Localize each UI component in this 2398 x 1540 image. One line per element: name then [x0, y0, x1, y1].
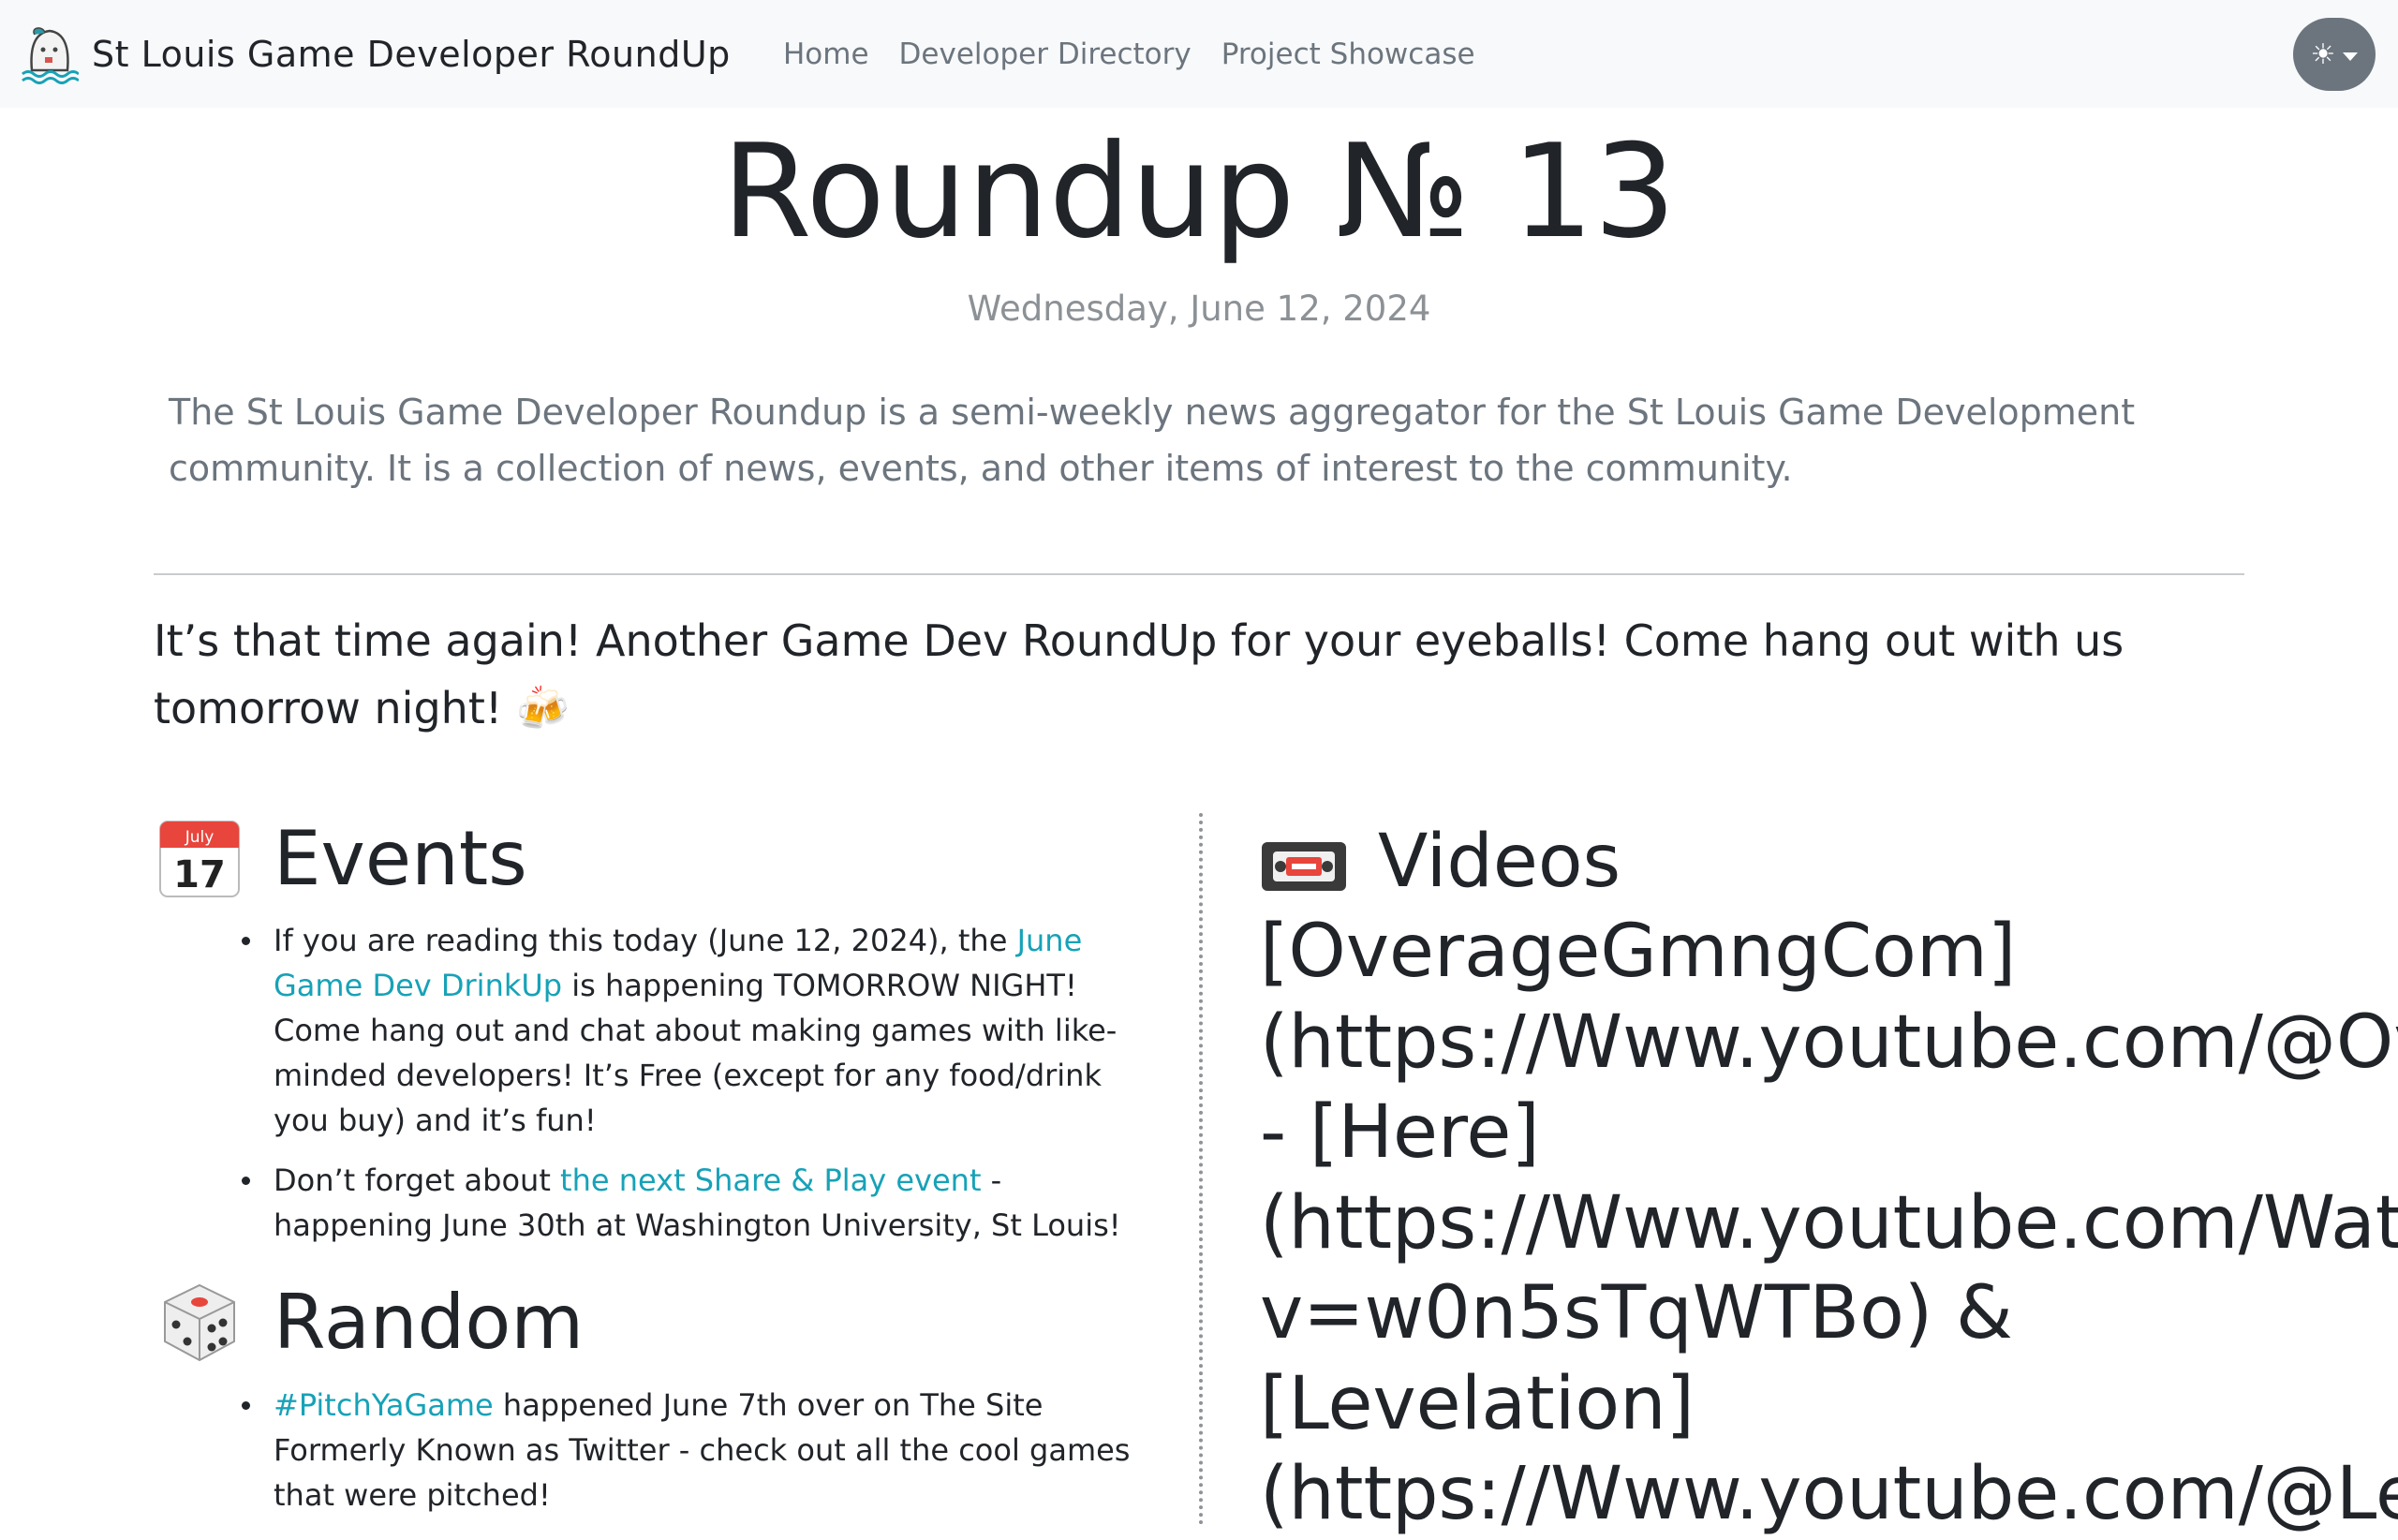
- svg-text:July: July: [185, 828, 215, 847]
- videos-line: - [Here]: [1260, 1090, 1540, 1175]
- column-divider: [1199, 813, 1203, 1525]
- navbar: St Louis Game Developer RoundUp Home Dev…: [0, 0, 2398, 108]
- events-heading-label: Events: [274, 814, 527, 902]
- list-item: Don’t forget about the next Share & Play…: [242, 1158, 1145, 1248]
- videos-line: [Levelation]: [1260, 1361, 1695, 1446]
- svg-text:17: 17: [173, 853, 226, 896]
- sun-icon: ☀: [2310, 37, 2336, 71]
- list-item: If you are reading this today (June 12, …: [242, 918, 1145, 1143]
- random-heading: Random: [157, 1277, 584, 1367]
- videos-line: [OverageGmngCom]: [1260, 910, 2017, 994]
- videos-line: v=w0n5sTqWTBo) &: [1260, 1271, 2013, 1355]
- random-list: #PitchYaGame happened June 7th over on T…: [242, 1383, 1145, 1533]
- horizontal-divider: [154, 573, 2244, 575]
- events-list: If you are reading this today (June 12, …: [242, 918, 1145, 1263]
- videos-line: (https://Www.youtube.com/@Le: [1260, 1452, 2398, 1536]
- videos-heading-label: Videos: [1378, 820, 1621, 904]
- calendar-icon: July 17: [159, 821, 240, 897]
- nav-developer-directory[interactable]: Developer Directory: [899, 37, 1192, 71]
- videocassette-icon: [1262, 841, 1346, 891]
- theme-toggle-button[interactable]: ☀: [2293, 18, 2376, 91]
- page-title: Roundup № 13: [721, 116, 1677, 267]
- videos-line: (https://Www.youtube.com/Wat: [1260, 1180, 2398, 1266]
- share-and-play-link[interactable]: the next Share & Play event: [560, 1162, 981, 1198]
- nav-links: Home Developer Directory Project Showcas…: [783, 0, 1505, 108]
- events-heading: July 17 Events: [157, 813, 527, 903]
- intro-text: The St Louis Game Developer Roundup is a…: [169, 392, 2136, 489]
- page-date: Wednesday, June 12, 2024: [967, 289, 1431, 329]
- brand-title: St Louis Game Developer RoundUp: [92, 34, 731, 75]
- nav-project-showcase[interactable]: Project Showcase: [1221, 37, 1475, 71]
- nav-home[interactable]: Home: [783, 37, 869, 71]
- videos-heading: Videos: [1260, 817, 2398, 907]
- videos-line: (https://Www.youtube.com/@Ov: [1260, 1000, 2398, 1085]
- lead-text: It’s that time again! Another Game Dev R…: [154, 615, 2124, 733]
- dice-icon: [164, 1283, 235, 1362]
- pitchyagame-link[interactable]: #PitchYaGame: [274, 1387, 494, 1423]
- chevron-down-icon: [2343, 52, 2359, 61]
- videos-body: [OverageGmngCom] (https://Www.youtube.com…: [1260, 907, 2398, 1540]
- list-item: #PitchYaGame happened June 7th over on T…: [242, 1383, 1145, 1518]
- ghost-logo-icon: [22, 27, 79, 84]
- random-heading-label: Random: [274, 1278, 585, 1366]
- brand-link[interactable]: St Louis Game Developer RoundUp: [21, 23, 731, 85]
